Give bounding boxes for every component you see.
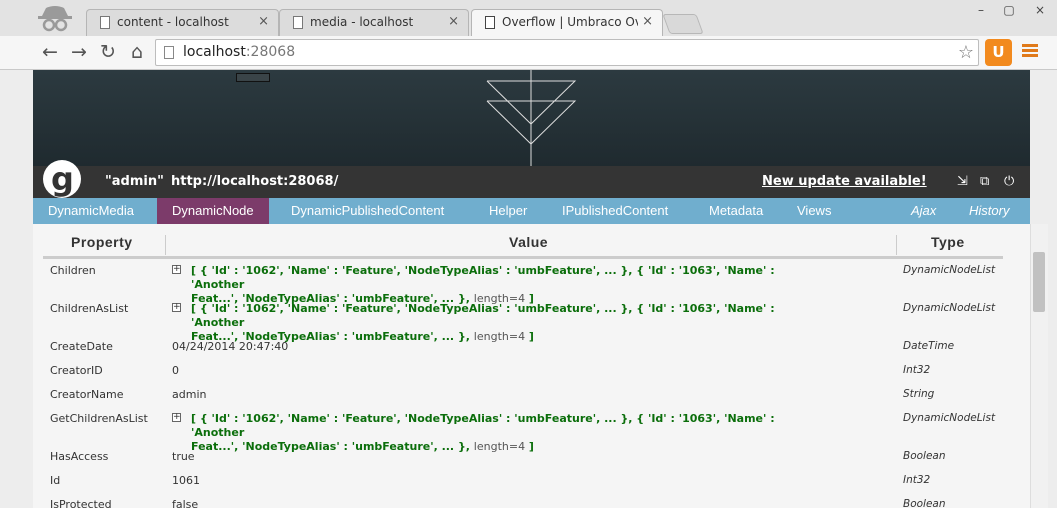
scrollbar-thumb[interactable] [1033, 252, 1045, 312]
bookmark-star-icon[interactable]: ☆ [958, 42, 974, 63]
browser-toolbar: ← → ↻ ⌂ localhost:28068 ☆ U [0, 36, 1057, 70]
tab-helper[interactable]: Helper [474, 198, 542, 224]
property-type: DynamicNodeList [903, 412, 996, 424]
glimpse-tabs: DynamicMedia DynamicNode DynamicPublishe… [33, 198, 1030, 224]
page-icon [293, 16, 303, 29]
tab-media-localhost[interactable]: media - localhost × [279, 9, 469, 36]
property-name: IsProtected [50, 498, 112, 508]
expand-icon[interactable]: + [172, 303, 181, 312]
tab-metadata[interactable]: Metadata [694, 198, 778, 224]
browser-titlebar: content - localhost × media - localhost … [0, 0, 1057, 37]
property-type: DynamicNodeList [903, 302, 996, 314]
property-value: false [172, 498, 199, 508]
glimpse-user: "admin" [105, 174, 164, 189]
tab-close-icon[interactable]: × [448, 14, 459, 29]
back-button[interactable]: ← [38, 40, 62, 64]
property-name: HasAccess [50, 450, 109, 463]
property-type: Int32 [903, 474, 931, 486]
column-divider [165, 235, 166, 255]
site-header-image [33, 70, 1030, 166]
property-name: CreatorName [50, 388, 124, 401]
glimpse-logo-icon[interactable]: g [43, 160, 81, 198]
update-link[interactable]: New update available! [762, 174, 927, 189]
property-type: DateTime [903, 340, 955, 352]
page-icon [164, 46, 174, 59]
property-type: Boolean [903, 450, 946, 462]
vertical-scrollbar[interactable] [1030, 224, 1048, 508]
glimpse-url: http://localhost:28068/ [171, 174, 339, 189]
tab-overflow-umbraco[interactable]: Overflow | Umbraco Overf × [471, 9, 663, 37]
tab-close-icon[interactable]: × [258, 14, 269, 29]
property-name: Children [50, 264, 96, 277]
column-header-value: Value [509, 234, 549, 250]
close-window-button[interactable]: × [1023, 0, 1057, 20]
property-value: 04/24/2014 20:47:40 [172, 340, 289, 353]
left-gutter [0, 70, 33, 508]
drag-handle [236, 73, 270, 82]
expand-icon[interactable]: + [172, 265, 181, 274]
url-port: :28068 [245, 44, 296, 60]
property-value: admin [172, 388, 207, 401]
new-tab-button[interactable] [662, 14, 704, 34]
property-name: CreatorID [50, 364, 103, 377]
property-type: Int32 [903, 364, 931, 376]
tab-close-icon[interactable]: × [642, 14, 653, 29]
extension-icon[interactable]: U [985, 39, 1012, 66]
maximize-button[interactable]: ▢ [995, 0, 1023, 20]
tab-title: content - localhost [117, 15, 229, 29]
tab-title: media - localhost [310, 15, 414, 29]
table-header: Property Value Type [43, 231, 1003, 259]
tab-dynamic-published-content[interactable]: DynamicPublishedContent [276, 198, 459, 224]
reload-button[interactable]: ↻ [96, 40, 120, 64]
power-icon[interactable]: ⏻ [1004, 174, 1014, 189]
property-type: String [903, 388, 935, 400]
property-value: true [172, 450, 195, 463]
property-value: 0 [172, 364, 179, 377]
column-divider [896, 235, 897, 255]
property-type: Boolean [903, 498, 946, 508]
property-name: ChildrenAsList [50, 302, 129, 315]
tab-dynamic-node[interactable]: DynamicNode [157, 198, 269, 224]
tab-ajax[interactable]: Ajax [896, 198, 951, 224]
tab-dynamic-media[interactable]: DynamicMedia [33, 198, 149, 224]
page-icon [100, 16, 110, 29]
incognito-icon [38, 6, 72, 32]
tab-title: Overflow | Umbraco Overf [502, 15, 638, 29]
tab-ipublished-content[interactable]: IPublishedContent [547, 198, 683, 224]
properties-panel: Property Value Type Children + [ { 'Id' … [33, 224, 1030, 508]
property-type: DynamicNodeList [903, 264, 996, 276]
tab-views[interactable]: Views [782, 198, 846, 224]
forward-button[interactable]: → [67, 40, 91, 64]
dock-icon[interactable]: ⇲ [957, 174, 968, 189]
glimpse-toolbar: g "admin" http://localhost:28068/ New up… [33, 160, 1030, 198]
expand-icon[interactable]: + [172, 413, 181, 422]
popout-icon[interactable]: ⧉ [980, 174, 989, 189]
url-host: localhost [183, 44, 246, 60]
property-name: CreateDate [50, 340, 113, 353]
page-viewport: g "admin" http://localhost:28068/ New up… [33, 70, 1030, 508]
column-header-type: Type [931, 234, 965, 250]
property-name: Id [50, 474, 61, 487]
address-text[interactable]: localhost:28068 [183, 44, 295, 60]
menu-icon[interactable] [1022, 42, 1038, 62]
property-value: 1061 [172, 474, 200, 487]
page-icon [485, 16, 495, 29]
site-logo-icon [486, 70, 577, 166]
tab-content-localhost[interactable]: content - localhost × [86, 9, 279, 36]
property-name: GetChildrenAsList [50, 412, 148, 425]
home-button[interactable]: ⌂ [125, 40, 149, 64]
browser-chrome: content - localhost × media - localhost … [0, 0, 1057, 70]
address-bar[interactable]: localhost:28068 ☆ [155, 39, 979, 66]
tab-history[interactable]: History [954, 198, 1024, 224]
minimize-button[interactable]: – [967, 0, 995, 20]
column-header-property: Property [71, 234, 133, 250]
